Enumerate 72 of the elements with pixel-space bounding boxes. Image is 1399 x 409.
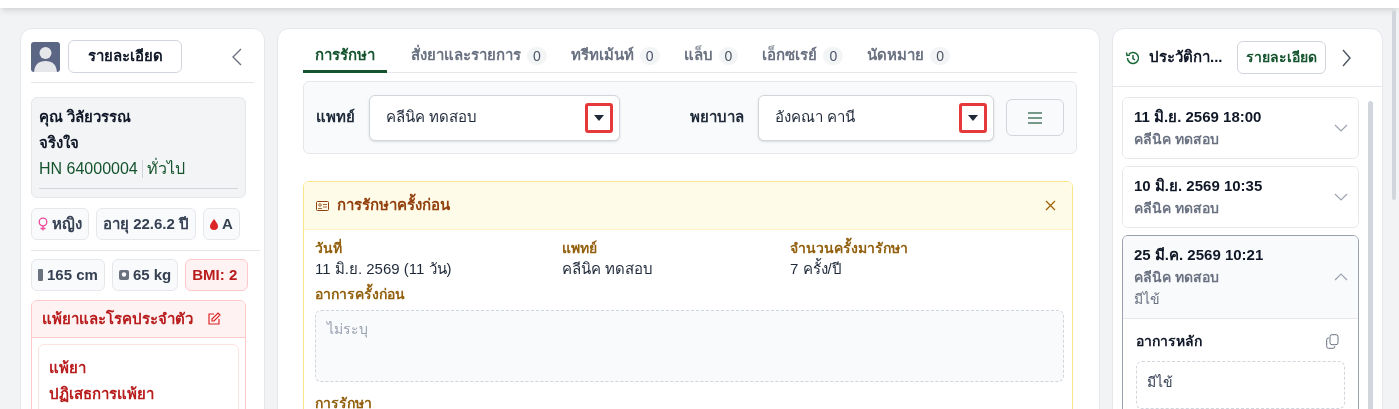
select-field[interactable]: อังคณา คานี (758, 94, 994, 141)
field-label: วันที่ (315, 238, 343, 258)
count-badge: 0 (527, 46, 547, 65)
section-title: แพ้ยาและโรคประจำตัว (42, 308, 193, 329)
info-chip: BMI: 2 (185, 259, 249, 291)
id-card-icon (316, 200, 329, 211)
tab[interactable]: เอ็กซเรย์ 0 (762, 41, 844, 73)
details-button[interactable]: รายละเอียด (1236, 41, 1326, 74)
patient-name: จริงใจ (39, 133, 80, 153)
visit-clinic: คลีนิค ทดสอบ (1134, 130, 1220, 149)
patient-name: คุณ วิลัยวรรณ (39, 107, 133, 129)
blood-drop-icon (210, 218, 219, 230)
allergy-label: แพ้ยา (49, 358, 87, 378)
field-label: แพทย์ (562, 239, 598, 258)
info-chip: A (203, 208, 240, 240)
tab[interactable]: แล็บ 0 (683, 41, 739, 73)
menu-icon (1027, 111, 1043, 124)
edit-icon[interactable] (207, 312, 221, 326)
field-label: อาการครั้งก่อน (315, 285, 1061, 303)
visit-datetime: 25 มี.ค. 2569 10:21 (1134, 245, 1265, 265)
tab[interactable]: การรักษา (303, 41, 387, 73)
symptoms-field[interactable]: ไม่ระบุ (315, 310, 1064, 382)
count-badge: 0 (718, 46, 739, 65)
chevron-up-icon (1334, 273, 1348, 281)
visit-card[interactable]: 25 มี.ค. 2569 10:21 คลีนิค ทดสอบ มีไข้ อาการหลัก มีไข้ (1122, 235, 1359, 409)
info-chip: 165 cm (31, 259, 105, 291)
chief-complaint-field: มีไข้ (1136, 361, 1345, 409)
hn-number: HN 64000004 (39, 159, 138, 179)
panel-title: ประวัติกา... (1149, 47, 1223, 68)
caret-icon[interactable] (959, 102, 987, 133)
field-label: จำนวนครั้งมารักษา (790, 238, 1061, 258)
copy-icon[interactable] (1326, 334, 1339, 349)
field-label: แพทย์ (316, 107, 355, 128)
info-chip: อายุ 22.6.2 ปี (96, 208, 197, 240)
field-label: การรักษา (315, 394, 373, 409)
patient-type: ทั่วไป (146, 157, 185, 179)
count-badge: 0 (639, 46, 660, 65)
collapse-icon[interactable] (232, 47, 242, 66)
info-chip: 65 kg (111, 259, 179, 291)
card-title: การรักษาครั้งก่อน (337, 194, 450, 217)
visit-datetime: 11 มิ.ย. 2569 18:00 (1134, 107, 1263, 127)
close-icon[interactable] (1045, 200, 1056, 211)
count-badge: 0 (823, 46, 844, 65)
scale-icon (118, 270, 129, 280)
visit-datetime: 10 มิ.ย. 2569 10:35 (1134, 176, 1264, 196)
tab[interactable]: ทรีทเม้นท์ 0 (570, 41, 660, 73)
field-label: พยาบาล (690, 107, 744, 128)
visit-note: มีไข้ (1134, 290, 1161, 309)
field-label: อาการหลัก (1136, 332, 1202, 351)
count-badge: 0 (930, 46, 950, 65)
visit-card[interactable]: 11 มิ.ย. 2569 18:00 คลีนิค ทดสอบ (1122, 97, 1359, 159)
field-value: 11 มิ.ย. 2569 (11 วัน) (315, 259, 453, 279)
visit-clinic: คลีนิค ทดสอบ (1134, 268, 1220, 287)
menu-button[interactable] (1006, 99, 1064, 136)
chevron-down-icon (1334, 193, 1348, 201)
visit-clinic: คลีนิค ทดสอบ (1134, 199, 1220, 218)
select-field[interactable]: คลีนิค ทดสอบ (369, 94, 620, 141)
female-icon (38, 217, 48, 231)
allergy-value: ปฏิเสธการแพ้ยา (49, 384, 155, 405)
caret-icon[interactable] (585, 102, 613, 133)
expand-icon[interactable] (1341, 48, 1351, 67)
info-chip: หญิง (31, 208, 89, 240)
ruler-icon (38, 269, 43, 281)
details-button[interactable]: รายละเอียด (68, 40, 182, 73)
tab[interactable]: สั่งยาและรายการ 0 (411, 41, 547, 73)
visit-card[interactable]: 10 มิ.ย. 2569 10:35 คลีนิค ทดสอบ (1122, 166, 1359, 228)
field-value: คลีนิค ทดสอบ (562, 259, 655, 279)
tab[interactable]: นัดหมาย 0 (867, 41, 950, 73)
field-value: 7 ครั้ง/ปี (790, 258, 843, 279)
history-icon (1125, 49, 1141, 66)
chevron-down-icon (1334, 124, 1348, 132)
avatar-icon (31, 41, 60, 72)
